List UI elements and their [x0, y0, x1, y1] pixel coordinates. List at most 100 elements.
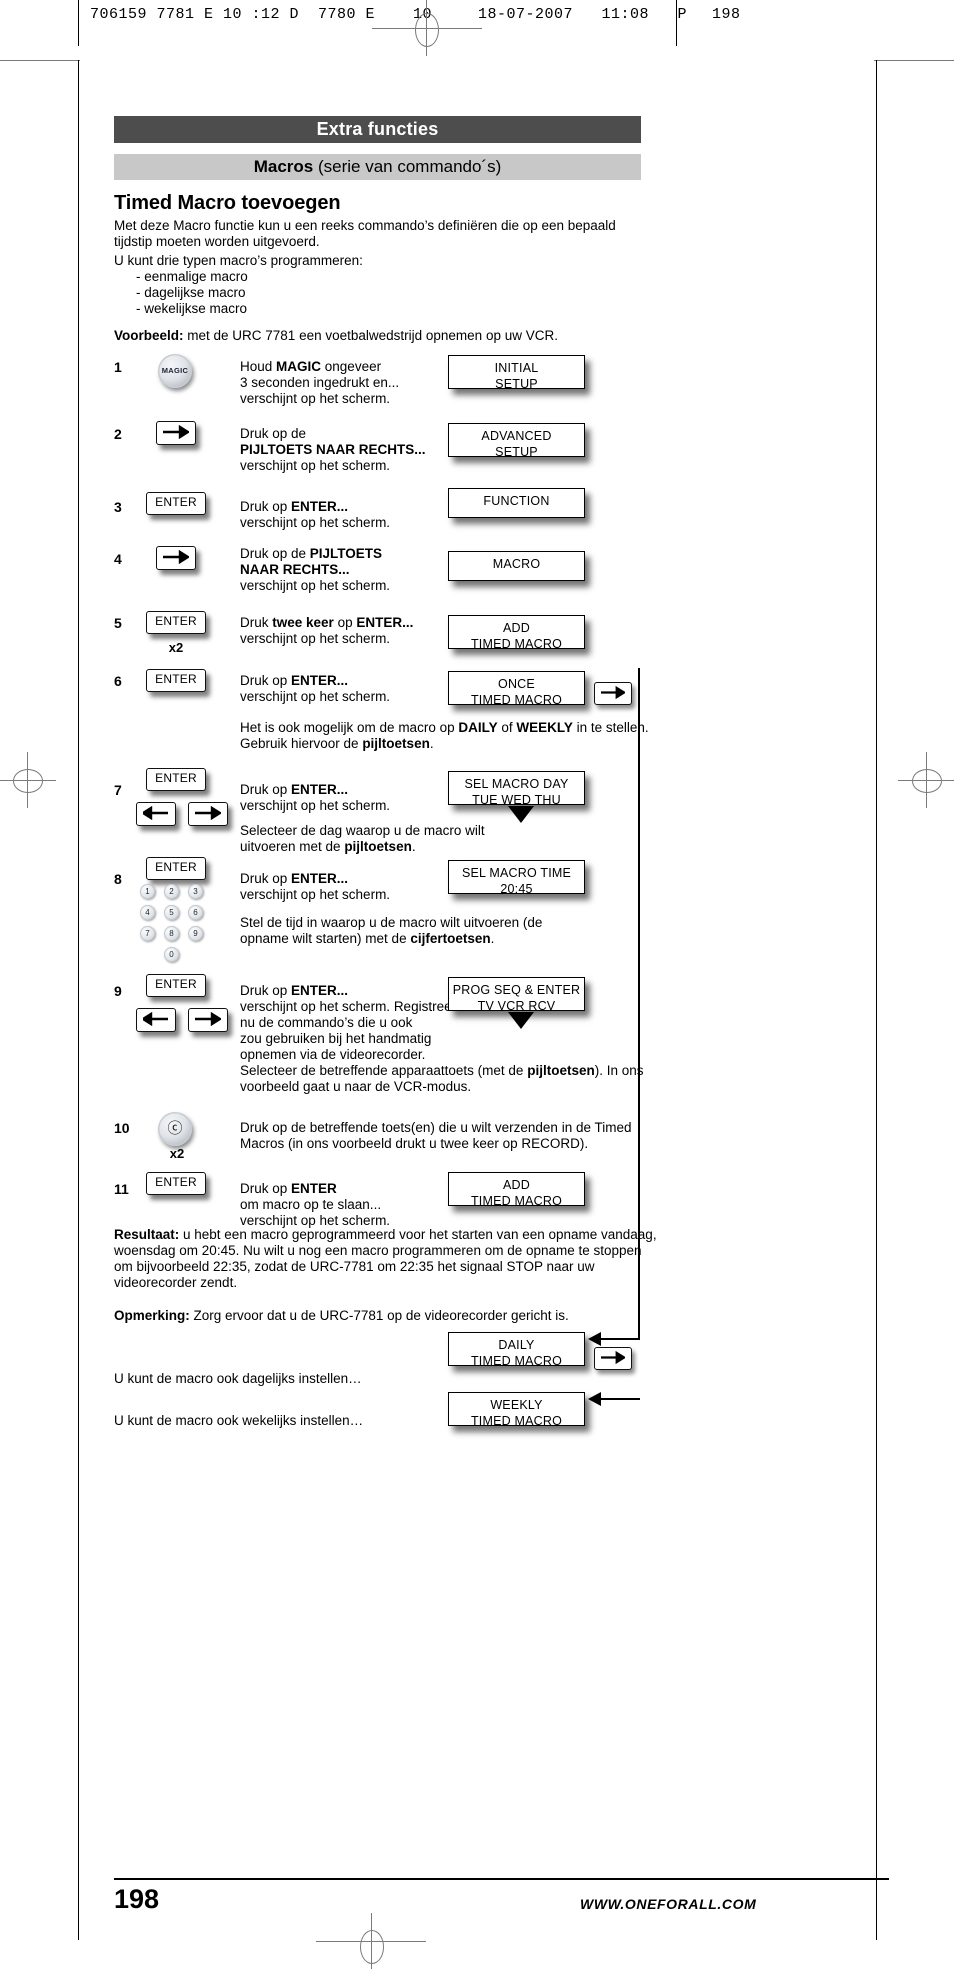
side-arrow-right-once[interactable]: [594, 682, 632, 705]
enter-button-icon[interactable]: ENTER: [146, 669, 206, 692]
step-number-5: 5: [114, 615, 122, 631]
numkey-1[interactable]: 1: [140, 884, 155, 899]
multiplier-label-5: x2: [168, 640, 184, 655]
example-label: Voorbeeld:: [114, 328, 184, 343]
step-text-9: Druk op ENTER... verschijnt op het scherm…: [240, 983, 457, 1062]
lcd-display-2: ADVANCED SETUP: [448, 423, 585, 459]
key-arrow-right-9[interactable]: [188, 1008, 228, 1037]
lcd-2-line2: SETUP: [495, 445, 538, 459]
key-arrow-left-9[interactable]: [136, 1008, 176, 1037]
lcd-display-11: ADD TIMED MACRO: [448, 1172, 585, 1208]
numkey-6[interactable]: 6: [188, 905, 203, 920]
lcd-display-9: PROG SEQ & ENTER TV VCR RCV: [448, 977, 585, 1013]
note-after-step6: Het is ook mogelijk om de macro op DAILY…: [240, 720, 649, 751]
step-text-8: Druk op ENTER... verschijnt op het scherm…: [240, 871, 391, 902]
arrow-left-icon[interactable]: [136, 1008, 176, 1032]
numkey-0[interactable]: 0: [164, 947, 179, 962]
lcd-1-line2: SETUP: [495, 377, 538, 391]
lcd-weekly-line1: WEEKLY: [490, 1398, 543, 1412]
step-text-4: Druk op de PIJLTOETS NAAR RECHTS... versch…: [240, 546, 391, 593]
numkey-9[interactable]: 9: [188, 926, 203, 941]
remark-paragraph: Opmerking: Zorg ervoor dat u de URC-7781…: [114, 1308, 659, 1324]
key-arrow-left-7[interactable]: [136, 802, 176, 831]
lcd-display-1: INITIAL SETUP: [448, 355, 585, 391]
section-title-text: Extra functies: [316, 119, 439, 139]
side-arrow-right-daily[interactable]: [594, 1347, 632, 1370]
arrow-right-icon[interactable]: [156, 546, 196, 570]
section-subtitle-bar: Macros (serie van commando´s): [114, 154, 641, 180]
key-enter-3[interactable]: ENTER: [146, 492, 206, 515]
daily-instruction-text: U kunt de macro ook dagelijks instellen…: [114, 1371, 362, 1386]
numkey-2[interactable]: 2: [164, 884, 179, 899]
enter-button-icon[interactable]: ENTER: [146, 974, 206, 997]
key-arrow-right-4[interactable]: [156, 546, 196, 575]
key-record[interactable]: ⓒ: [158, 1112, 192, 1146]
lcd-11-line1: ADD: [503, 1178, 530, 1192]
step-number-6: 6: [114, 673, 122, 689]
lcd-8-line2: 20:45: [500, 882, 533, 896]
lcd-6-line2: TIMED MACRO: [470, 693, 563, 707]
key-enter-5[interactable]: ENTER: [146, 611, 206, 634]
numkey-3[interactable]: 3: [188, 884, 203, 899]
magic-button-icon[interactable]: MAGIC: [158, 354, 192, 388]
key-enter-9[interactable]: ENTER: [146, 974, 206, 997]
lcd-6-line1: ONCE: [498, 677, 535, 691]
intro-paragraph-1: Met deze Macro functie kun u een reeks c…: [114, 218, 616, 249]
lcd-8-line1: SEL MACRO TIME: [461, 866, 572, 880]
enter-button-icon[interactable]: ENTER: [146, 611, 206, 634]
flow-arrow-weekly: [588, 1392, 601, 1406]
enter-label-7: ENTER: [155, 771, 197, 785]
key-enter-8[interactable]: ENTER: [146, 857, 206, 880]
numkey-7[interactable]: 7: [140, 926, 155, 941]
flow-connector-to-weekly: [600, 1398, 640, 1400]
step-text-2: Druk op de PIJLTOETS NAAR RECHTS... versch…: [240, 426, 426, 473]
key-arrow-right-2[interactable]: [156, 421, 196, 450]
numeric-keypad[interactable]: 1 2 3 4 5 6 7 8 9 0: [140, 884, 220, 962]
enter-label-6: ENTER: [155, 672, 197, 686]
key-enter-7[interactable]: ENTER: [146, 768, 206, 791]
record-button-icon[interactable]: ⓒ: [158, 1112, 192, 1146]
arrow-right-icon[interactable]: [188, 802, 228, 826]
magic-button-label: MAGIC: [161, 366, 189, 375]
lcd-2-line1: ADVANCED: [481, 429, 552, 443]
enter-button-icon[interactable]: ENTER: [146, 857, 206, 880]
arrow-right-icon[interactable]: [156, 421, 196, 445]
manual-page: Extra functies Macros (serie van command…: [0, 0, 954, 1979]
step-number-2: 2: [114, 426, 122, 442]
result-paragraph: Resultaat: u hebt een macro geprogrammee…: [114, 1227, 659, 1291]
macro-type-item-0: - eenmalige macro: [136, 269, 248, 284]
arrow-left-icon[interactable]: [136, 802, 176, 826]
enter-label-3: ENTER: [155, 495, 197, 509]
key-arrow-right-7[interactable]: [188, 802, 228, 831]
page-title: Timed Macro toevoegen: [114, 192, 341, 214]
remark-label: Opmerking:: [114, 1308, 190, 1323]
step-text-6: Druk op ENTER... verschijnt op het scherm…: [240, 673, 391, 704]
note-after-step9: Selecteer de betreffende apparaattoets (…: [240, 1063, 644, 1094]
step-number-10: 10: [114, 1120, 130, 1136]
step-text-7: Druk op ENTER... verschijnt op het scherm…: [240, 782, 391, 813]
enter-button-icon[interactable]: ENTER: [146, 1172, 206, 1195]
key-enter-6[interactable]: ENTER: [146, 669, 206, 692]
lcd-display-4: MACRO: [448, 551, 585, 581]
numkey-5[interactable]: 5: [164, 905, 179, 920]
flow-connector-vertical: [638, 668, 640, 1340]
multiplier-label-10: x2: [169, 1146, 185, 1161]
step-number-7: 7: [114, 782, 122, 798]
subtitle-bold: Macros: [253, 157, 314, 176]
enter-button-icon[interactable]: ENTER: [146, 768, 206, 791]
step-text-5: Druk twee keer op ENTER... verschijnt op …: [240, 615, 414, 646]
lcd-1-line1: INITIAL: [494, 361, 539, 375]
key-magic[interactable]: MAGIC: [158, 354, 192, 388]
example-line: Voorbeeld: met de URC 7781 een voetbalwe…: [114, 328, 659, 344]
note-after-step7: Selecteer de dag waarop u de macro wilt …: [240, 823, 485, 854]
lcd-display-6: ONCE TIMED MACRO: [448, 671, 585, 707]
lcd-display-weekly: WEEKLY TIMED MACRO: [448, 1392, 585, 1428]
numkey-4[interactable]: 4: [140, 905, 155, 920]
enter-button-icon[interactable]: ENTER: [146, 492, 206, 515]
key-enter-11[interactable]: ENTER: [146, 1172, 206, 1195]
numkey-8[interactable]: 8: [164, 926, 179, 941]
arrow-right-icon[interactable]: [188, 1008, 228, 1032]
lcd-display-8: SEL MACRO TIME 20:45: [448, 860, 585, 896]
lcd-display-daily: DAILY TIMED MACRO: [448, 1332, 585, 1368]
lcd-daily-line1: DAILY: [498, 1338, 535, 1352]
